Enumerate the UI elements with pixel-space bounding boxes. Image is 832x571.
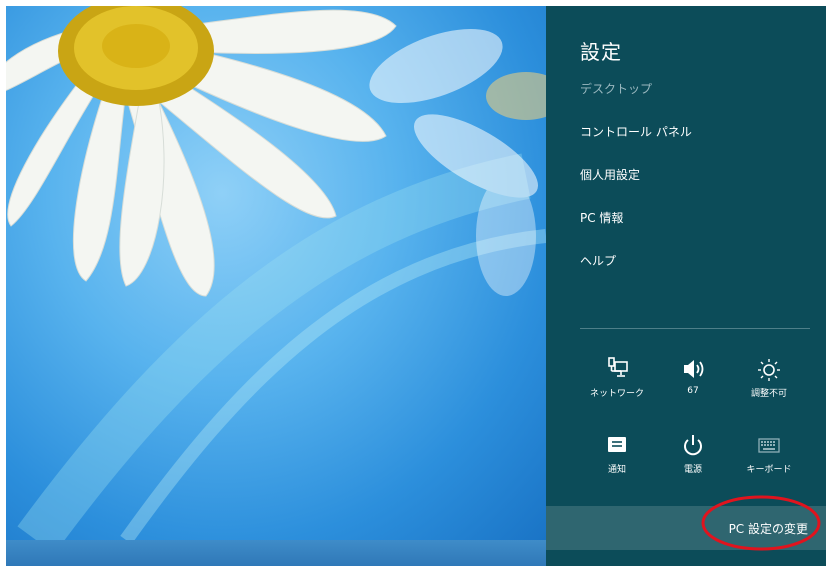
menu-item-personalization[interactable]: 個人用設定 <box>580 166 640 183</box>
menu-item-desktop[interactable]: デスクトップ <box>580 80 652 97</box>
power-icon <box>684 435 702 456</box>
volume-tile[interactable]: 67 <box>656 356 730 396</box>
volume-icon <box>684 360 704 378</box>
charm-title: 設定 <box>580 40 622 64</box>
divider <box>580 328 810 329</box>
network-icon <box>608 357 628 377</box>
notifications-icon <box>608 437 626 452</box>
notifications-label: 通知 <box>607 465 626 475</box>
brightness-tile[interactable]: 調整不可 <box>732 356 806 399</box>
keyboard-icon <box>758 438 780 453</box>
daisy-wallpaper-art <box>6 6 546 540</box>
taskbar[interactable] <box>6 540 546 566</box>
keyboard-tile[interactable]: キーボード <box>732 432 806 475</box>
keyboard-label: キーボード <box>746 465 792 475</box>
menu-item-control-panel[interactable]: コントロール パネル <box>580 123 692 140</box>
volume-level: 67 <box>687 386 699 396</box>
power-tile[interactable]: 電源 <box>656 432 730 475</box>
change-pc-settings-label: PC 設定の変更 <box>728 522 808 536</box>
notifications-tile[interactable]: 通知 <box>580 432 654 475</box>
network-tile[interactable]: ネットワーク <box>580 356 654 399</box>
network-label: ネットワーク <box>589 389 644 399</box>
change-pc-settings-button[interactable]: PC 設定の変更 <box>546 506 826 550</box>
power-label: 電源 <box>683 465 702 475</box>
desktop-wallpaper <box>6 6 546 540</box>
menu-item-help[interactable]: ヘルプ <box>580 252 616 269</box>
brightness-icon <box>758 359 780 381</box>
brightness-label: 調整不可 <box>750 389 787 399</box>
settings-charm-panel: 設定 デスクトップ コントロール パネル 個人用設定 PC 情報 ヘルプ ネット… <box>546 6 826 566</box>
menu-item-pc-info[interactable]: PC 情報 <box>580 209 623 226</box>
